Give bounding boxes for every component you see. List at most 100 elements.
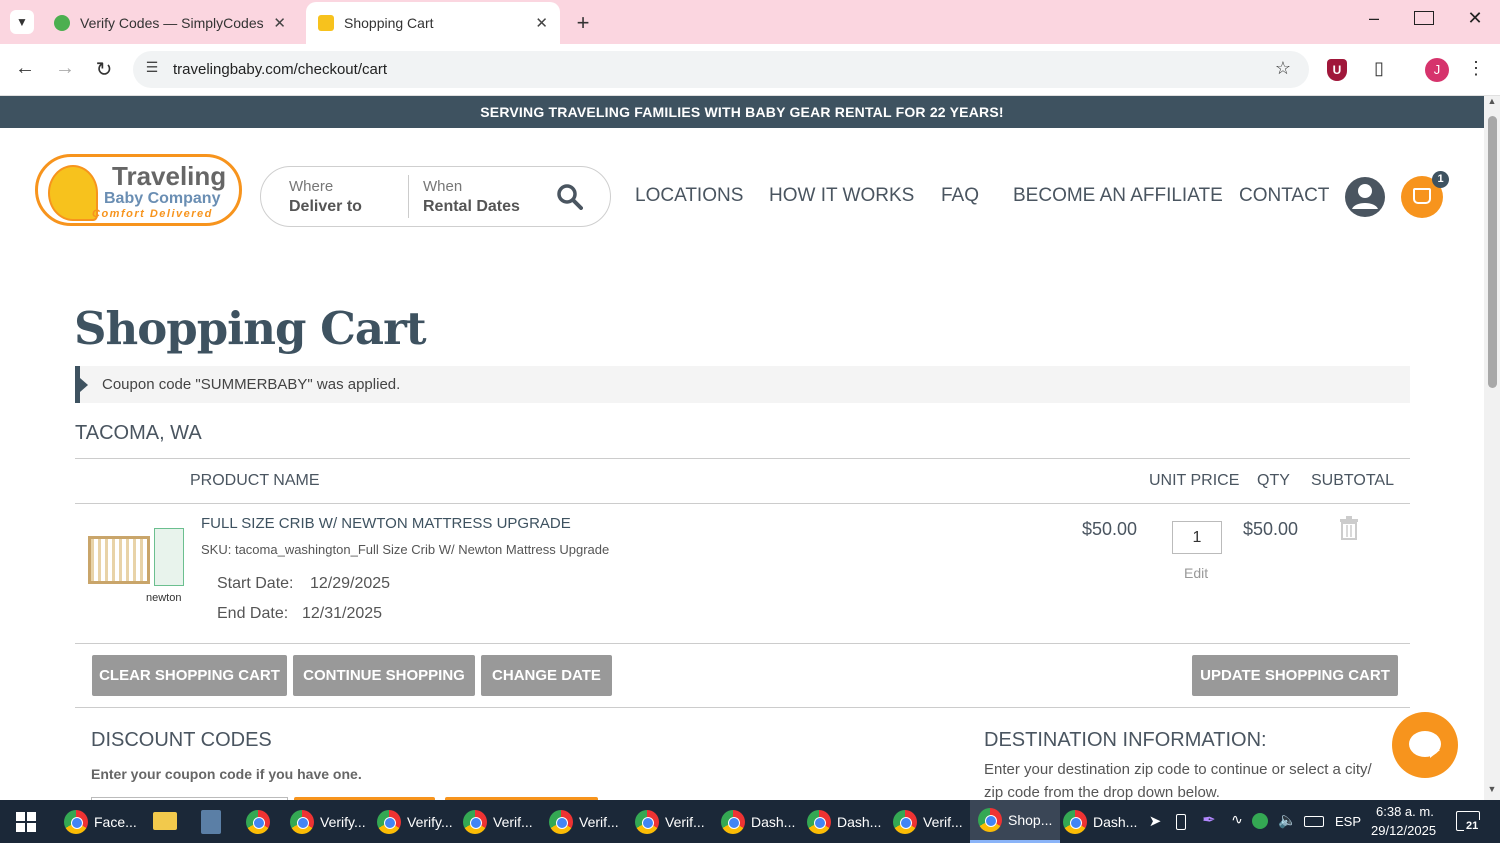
pen-tray-icon[interactable]: ✒ bbox=[1201, 810, 1217, 830]
clock-time[interactable]: 6:38 a. m. bbox=[1376, 804, 1434, 819]
taskbar-app-5[interactable]: Verif... bbox=[549, 805, 619, 838]
continue-shopping-button[interactable]: CONTINUE SHOPPING bbox=[293, 655, 475, 696]
taskbar-label: Verify... bbox=[320, 813, 366, 830]
tab-title: Shopping Cart bbox=[344, 15, 434, 31]
change-date-button[interactable]: CHANGE DATE bbox=[481, 655, 612, 696]
language-indicator[interactable]: ESP bbox=[1335, 805, 1361, 838]
destination-heading: DESTINATION INFORMATION: bbox=[984, 729, 1267, 751]
nav-how-it-works[interactable]: HOW IT WORKS bbox=[769, 185, 914, 207]
cart-count-badge: 1 bbox=[1432, 171, 1449, 188]
cart-bag-icon bbox=[1413, 188, 1431, 204]
extensions-icon[interactable]: ▯ bbox=[1367, 58, 1391, 79]
taskbar-label: Verif... bbox=[665, 813, 705, 830]
file-explorer-icon[interactable] bbox=[153, 812, 177, 830]
scroll-up-icon[interactable]: ▲ bbox=[1486, 96, 1498, 106]
nav-locations[interactable]: LOCATIONS bbox=[635, 185, 743, 207]
account-icon[interactable] bbox=[1344, 176, 1386, 218]
chrome-icon bbox=[246, 809, 270, 834]
address-bar[interactable]: ☰ travelingbaby.com/checkout/cart ☆ bbox=[133, 51, 1309, 88]
taskbar-app-10-active[interactable]: Shop... bbox=[970, 800, 1061, 843]
page-title: Shopping Cart bbox=[74, 302, 427, 355]
unit-price: $50.00 bbox=[1082, 519, 1138, 539]
taskbar-app-8[interactable]: Dash... bbox=[807, 805, 881, 838]
discount-heading: DISCOUNT CODES bbox=[91, 729, 272, 751]
nav-faq[interactable]: FAQ bbox=[941, 185, 979, 207]
taskbar-app-2[interactable]: Verify... bbox=[290, 805, 366, 838]
taskbar-app-3[interactable]: Verify... bbox=[377, 805, 453, 838]
tab-verify-codes[interactable]: Verify Codes — SimplyCodes ✕ bbox=[46, 2, 298, 44]
search-icon[interactable] bbox=[557, 184, 583, 210]
product-name-link[interactable]: FULL SIZE CRIB W/ NEWTON MATTRESS UPGRAD… bbox=[201, 515, 571, 532]
site-settings-icon[interactable]: ☰ bbox=[142, 59, 162, 76]
chrome-icon bbox=[893, 809, 917, 834]
minimize-icon[interactable]: – bbox=[1362, 8, 1386, 29]
taskbar-label: Dash... bbox=[751, 813, 796, 830]
chrome-icon bbox=[978, 808, 1002, 832]
battery-tray-icon[interactable] bbox=[1304, 816, 1324, 827]
taskbar-app-4[interactable]: Verif... bbox=[463, 805, 533, 838]
telegram-tray-icon[interactable]: ➤ bbox=[1146, 812, 1164, 830]
nav-contact[interactable]: CONTACT bbox=[1239, 185, 1329, 207]
volume-tray-icon[interactable]: 🔈 bbox=[1278, 811, 1297, 829]
trash-icon[interactable] bbox=[1339, 516, 1359, 540]
usb-tray-icon[interactable] bbox=[1176, 814, 1186, 830]
taskbar-label: Dash... bbox=[1093, 813, 1138, 830]
menu-kebab-icon[interactable]: ⋮ bbox=[1466, 58, 1486, 79]
tab-search-chevron-icon[interactable]: ▼ bbox=[10, 10, 34, 34]
product-image[interactable]: newton bbox=[84, 526, 188, 616]
windows-start-icon[interactable] bbox=[16, 812, 36, 832]
where-field[interactable]: Deliver to bbox=[289, 198, 362, 216]
reload-icon[interactable]: ↻ bbox=[91, 57, 117, 82]
scroll-down-icon[interactable]: ▼ bbox=[1486, 784, 1498, 794]
where-label: Where bbox=[289, 178, 334, 195]
browser-toolbar: ← → ↻ ☰ travelingbaby.com/checkout/cart … bbox=[0, 44, 1500, 96]
logo-line3: Comfort Delivered bbox=[92, 208, 213, 220]
nav-become-affiliate[interactable]: BECOME AN AFFILIATE bbox=[1013, 185, 1223, 207]
qty-input[interactable]: 1 bbox=[1172, 521, 1222, 554]
taskbar-label: Shop... bbox=[1008, 812, 1053, 828]
forward-icon[interactable]: → bbox=[52, 57, 78, 80]
chrome-icon bbox=[377, 809, 401, 834]
notice-text: Coupon code "SUMMERBABY" was applied. bbox=[102, 376, 401, 393]
chrome-icon bbox=[64, 809, 88, 834]
header-product-name: PRODUCT NAME bbox=[190, 472, 320, 489]
rental-search[interactable]: Where Deliver to When Rental Dates bbox=[260, 166, 611, 227]
profile-avatar[interactable]: J bbox=[1425, 58, 1449, 82]
taskbar-app-6[interactable]: Verif... bbox=[635, 805, 705, 838]
calculator-icon[interactable] bbox=[201, 810, 221, 834]
wifi-tray-icon[interactable]: ∿ bbox=[1228, 811, 1246, 828]
back-icon[interactable]: ← bbox=[12, 57, 38, 80]
windows-taskbar: Face... Verify... Verify... Verif... Ver… bbox=[0, 800, 1500, 843]
clock-date[interactable]: 29/12/2025 bbox=[1371, 823, 1436, 838]
notification-count: 21 bbox=[1464, 820, 1481, 832]
chat-button[interactable] bbox=[1392, 712, 1458, 778]
when-field[interactable]: Rental Dates bbox=[423, 198, 520, 216]
ublock-extension-icon[interactable]: U bbox=[1327, 59, 1347, 81]
destination-text-2: zip code from the drop down below. bbox=[984, 784, 1220, 800]
tab-shopping-cart[interactable]: Shopping Cart ✕ bbox=[306, 2, 560, 44]
site-logo[interactable]: Traveling Baby Company Comfort Delivered bbox=[35, 154, 242, 226]
end-date-value: 12/31/2025 bbox=[302, 605, 383, 622]
brand-label: newton bbox=[146, 592, 182, 604]
close-tab-icon[interactable]: ✕ bbox=[273, 14, 286, 32]
bookmark-star-icon[interactable]: ☆ bbox=[1271, 58, 1295, 79]
url-text[interactable]: travelingbaby.com/checkout/cart bbox=[173, 61, 387, 78]
taskbar-app-11[interactable]: Dash... bbox=[1063, 805, 1137, 838]
search-divider bbox=[408, 175, 409, 218]
scroll-thumb[interactable] bbox=[1488, 116, 1497, 388]
discount-text: Enter your coupon code if you have one. bbox=[91, 766, 362, 782]
network-tray-icon[interactable] bbox=[1252, 813, 1268, 829]
taskbar-app-7[interactable]: Dash... bbox=[721, 805, 795, 838]
close-tab-icon[interactable]: ✕ bbox=[535, 14, 548, 32]
restore-icon[interactable] bbox=[1414, 11, 1434, 25]
clear-cart-button[interactable]: CLEAR SHOPPING CART bbox=[92, 655, 287, 696]
taskbar-chrome[interactable] bbox=[246, 805, 276, 838]
taskbar-app-1[interactable]: Face... bbox=[64, 805, 137, 838]
header-unit-price: UNIT PRICE bbox=[1149, 472, 1240, 489]
update-cart-button[interactable]: UPDATE SHOPPING CART bbox=[1192, 655, 1398, 696]
edit-link[interactable]: Edit bbox=[1184, 565, 1208, 581]
tab-title: Verify Codes — SimplyCodes bbox=[80, 15, 264, 31]
new-tab-icon[interactable]: + bbox=[572, 10, 594, 36]
taskbar-app-9[interactable]: Verif... bbox=[893, 805, 963, 838]
close-window-icon[interactable]: ✕ bbox=[1463, 8, 1487, 29]
